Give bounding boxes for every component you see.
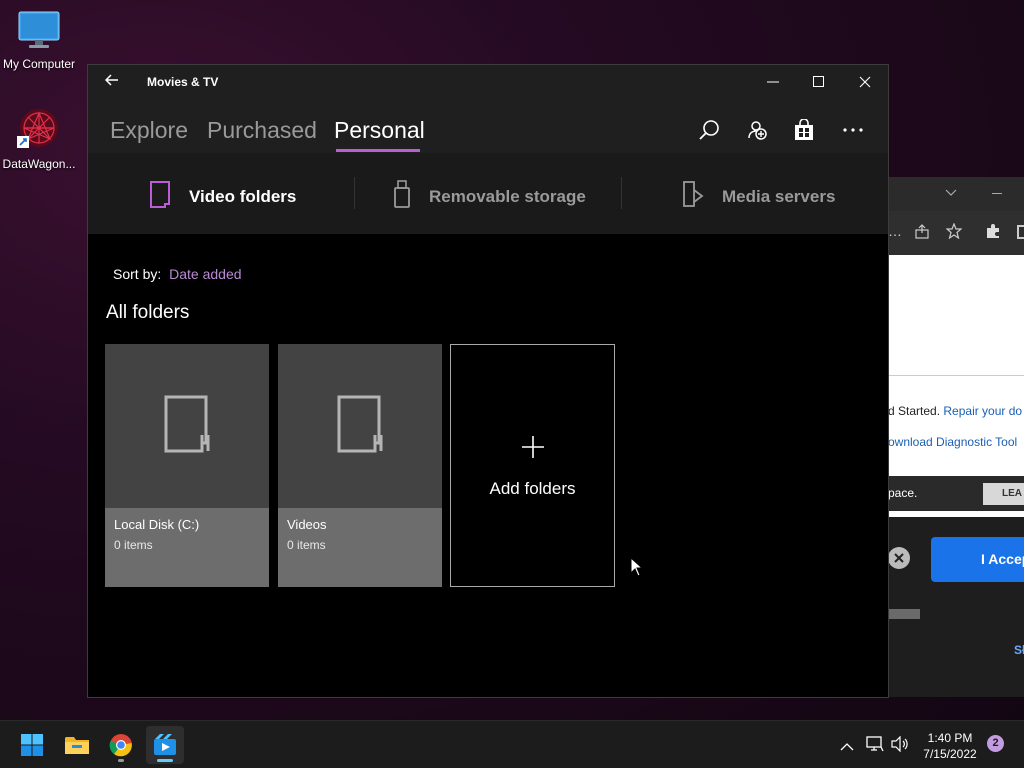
add-person-icon[interactable] xyxy=(744,117,770,143)
extensions-icon[interactable] xyxy=(985,223,1001,244)
card-thumbnail xyxy=(105,344,269,508)
close-icon[interactable] xyxy=(888,547,910,569)
subtab-label: Media servers xyxy=(722,186,836,206)
page-text: d Started. xyxy=(888,404,941,418)
section-title: All folders xyxy=(106,302,190,323)
desktop-icon-label: My Computer xyxy=(2,57,76,71)
sub-nav: Video folders Removable storage Media se… xyxy=(88,153,888,234)
folder-name: Local Disk (C:) xyxy=(114,517,200,532)
maximize-button[interactable] xyxy=(796,65,842,99)
sort-dropdown[interactable]: Date added xyxy=(169,266,241,282)
media-server-icon xyxy=(682,180,704,213)
browser-toolbar: … xyxy=(888,211,1024,255)
close-button[interactable] xyxy=(842,65,888,99)
monitor-icon xyxy=(0,10,78,53)
share-icon[interactable] xyxy=(914,224,930,245)
repair-link[interactable]: Repair your do xyxy=(943,404,1022,418)
accept-button[interactable]: I Accep xyxy=(931,537,1024,582)
divider xyxy=(354,177,355,209)
learn-more-button[interactable]: LEA xyxy=(983,483,1024,505)
subtab-removable-storage[interactable]: Removable storage xyxy=(393,180,586,213)
divider xyxy=(621,177,622,209)
more-icon[interactable] xyxy=(840,117,866,143)
folder-card-videos[interactable]: Videos 0 items xyxy=(278,344,442,587)
clock-time: 1:40 PM xyxy=(927,731,973,745)
ellipsis-icon[interactable]: … xyxy=(888,223,902,239)
app-title: Movies & TV xyxy=(147,75,219,89)
desktop-icon-label: DataWagon... xyxy=(2,157,76,171)
plus-icon xyxy=(451,431,614,465)
taskbar: 1:40 PM 7/15/2022 xyxy=(0,720,1024,768)
datawagon-shortcut-icon xyxy=(0,106,78,153)
cookie-text: pace. xyxy=(888,486,918,500)
background-browser-window[interactable]: … d Started. Repair your do ownload Diag… xyxy=(888,177,1024,697)
chevron-down-icon[interactable] xyxy=(945,185,957,203)
volume-icon[interactable] xyxy=(891,735,909,757)
document-icon xyxy=(164,395,210,458)
document-icon xyxy=(337,395,383,458)
download-link[interactable]: ownload Diagnostic Tool xyxy=(888,435,1017,449)
network-icon[interactable] xyxy=(866,736,884,757)
folder-icon xyxy=(149,180,171,213)
mouse-cursor-icon xyxy=(630,556,644,582)
folder-count: 0 items xyxy=(287,538,326,552)
subtab-label: Video folders xyxy=(189,186,297,206)
add-folders-button[interactable]: Add folders xyxy=(450,344,615,587)
browser-page: d Started. Repair your do ownload Diagno… xyxy=(888,255,1024,697)
notification-badge[interactable]: 2 xyxy=(987,735,1004,752)
clock-date: 7/15/2022 xyxy=(923,747,977,761)
windows-start-icon[interactable] xyxy=(13,726,51,764)
folder-name: Videos xyxy=(287,517,327,532)
usb-icon xyxy=(393,180,411,213)
browser-titlebar[interactable] xyxy=(888,177,1024,211)
minimize-icon[interactable] xyxy=(992,193,1002,194)
main-nav: Explore Purchased Personal xyxy=(88,99,888,153)
tab-purchased[interactable]: Purchased xyxy=(207,117,317,144)
card-thumbnail xyxy=(278,344,442,508)
desktop-icon-datawagon[interactable]: DataWagon... xyxy=(0,106,78,171)
folder-count: 0 items xyxy=(114,538,153,552)
sidebar-icon[interactable] xyxy=(1017,225,1024,239)
minimize-button[interactable] xyxy=(750,65,796,99)
tab-personal[interactable]: Personal xyxy=(334,117,425,144)
search-icon[interactable] xyxy=(696,117,722,143)
system-clock[interactable]: 1:40 PM 7/15/2022 xyxy=(912,730,988,762)
add-folders-label: Add folders xyxy=(489,479,576,498)
folder-card-local-disk[interactable]: Local Disk (C:) 0 items xyxy=(105,344,269,587)
movies-tv-window: Movies & TV Explore Purchased Personal V… xyxy=(87,64,889,698)
subtab-label: Removable storage xyxy=(429,186,586,206)
back-arrow-icon[interactable] xyxy=(88,73,136,92)
movies-tv-icon[interactable] xyxy=(146,726,184,764)
sort-control: Sort by: Date added xyxy=(113,266,242,282)
chevron-up-icon[interactable] xyxy=(840,739,854,757)
bottom-link[interactable]: Sł xyxy=(1014,643,1024,657)
subtab-media-servers[interactable]: Media servers xyxy=(682,180,835,213)
active-app-indicator xyxy=(157,759,173,762)
star-icon[interactable] xyxy=(945,222,963,244)
scrollbar[interactable] xyxy=(888,609,920,619)
app-titlebar[interactable]: Movies & TV xyxy=(88,65,888,99)
desktop-icon-my-computer[interactable]: My Computer xyxy=(0,10,78,71)
sort-label: Sort by: xyxy=(113,266,162,282)
subtab-video-folders[interactable]: Video folders xyxy=(149,180,296,213)
tab-explore[interactable]: Explore xyxy=(110,117,188,144)
file-explorer-icon[interactable] xyxy=(58,726,96,764)
store-icon[interactable] xyxy=(791,117,817,143)
running-indicator xyxy=(118,759,124,762)
chrome-icon[interactable] xyxy=(102,726,140,764)
active-tab-indicator xyxy=(336,149,420,152)
